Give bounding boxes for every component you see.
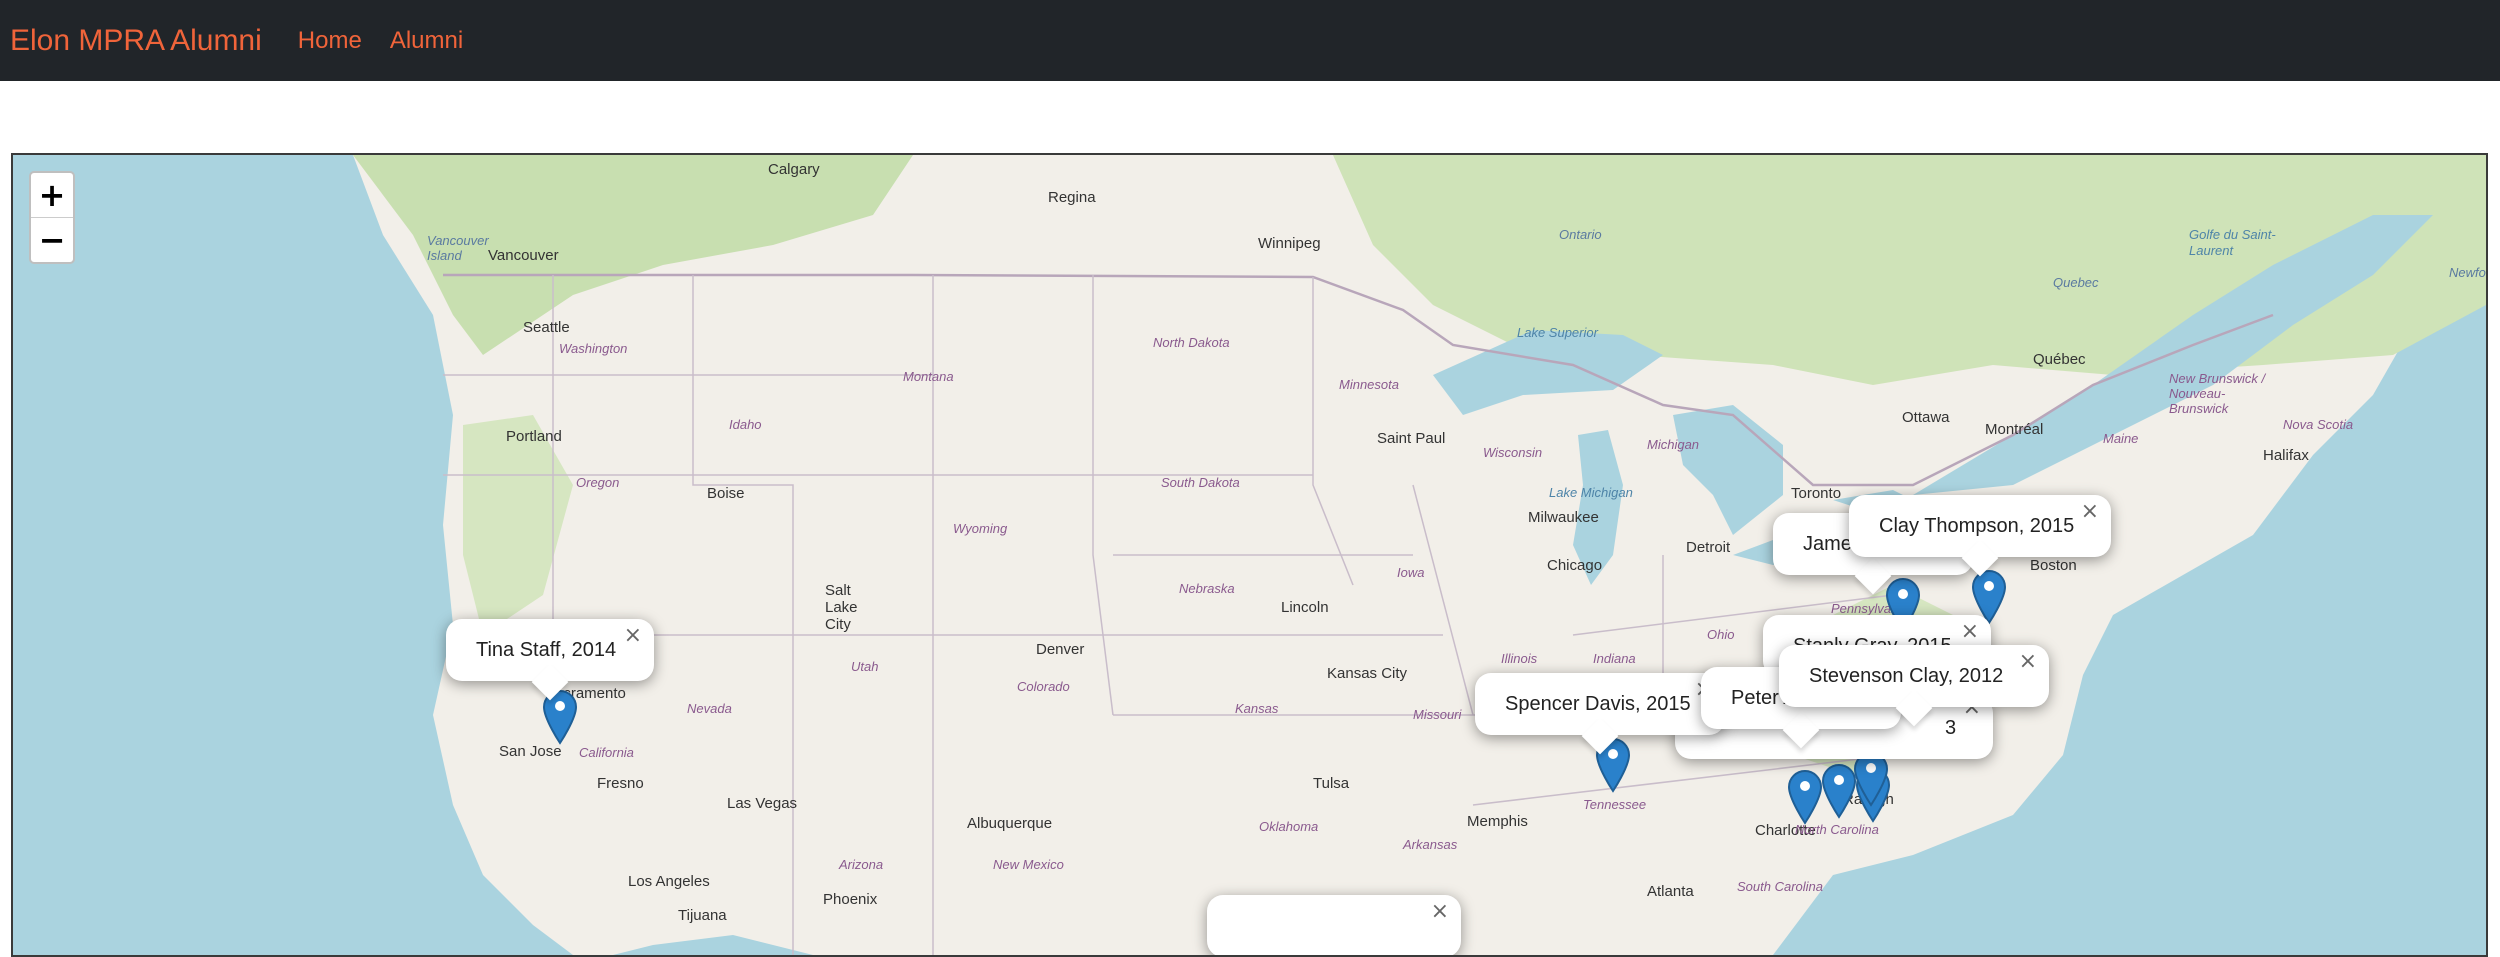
city-label: Québec <box>2033 351 2086 368</box>
region-label: South Carolina <box>1737 879 1823 894</box>
city-label: Toronto <box>1791 485 1842 502</box>
region-label: New Brunswick / Nouveau-Brunswick <box>2169 371 2266 416</box>
alumni-popup[interactable]: Stevenson Clay, 2012 × <box>1779 645 2049 727</box>
zoom-in-button[interactable]: + <box>31 173 73 217</box>
water-label: Golfe du Saint-Laurent <box>2189 227 2276 258</box>
alumni-map[interactable]: + − Calgary Regina Winnipeg Vancouver Se… <box>11 153 2488 957</box>
alumni-popup[interactable]: Clay Thompson, 2015 × <box>1849 495 2111 577</box>
region-label: Illinois <box>1501 651 1538 666</box>
province-label: Newfo <box>2449 265 2486 280</box>
alumni-popup[interactable]: × <box>1207 895 1461 955</box>
region-label: Tennessee <box>1583 797 1647 812</box>
region-label: Arkansas <box>1403 837 1458 852</box>
region-label: North Dakota <box>1153 335 1230 350</box>
popup-text: Jame <box>1803 532 1852 555</box>
city-label: Phoenix <box>823 891 878 908</box>
region-label: Nova Scotia <box>2283 417 2354 432</box>
region-label: Oregon <box>576 475 620 490</box>
popup-text: Spencer Davis, 2015 <box>1505 692 1691 715</box>
region-label: Wyoming <box>953 521 1008 536</box>
city-label: Calgary <box>768 161 820 178</box>
region-label: Maine <box>2103 431 2139 446</box>
region-label: South Dakota <box>1161 475 1240 490</box>
close-icon[interactable]: × <box>1961 619 1979 644</box>
nav-alumni-link[interactable]: Alumni <box>390 27 463 55</box>
city-label: Memphis <box>1467 813 1528 830</box>
zoom-control: + − <box>29 171 75 264</box>
city-label: Ottawa <box>1902 409 1950 426</box>
city-label: Fresno <box>597 775 644 792</box>
city-label: Lincoln <box>1281 599 1329 616</box>
city-label: Albuquerque <box>967 815 1053 832</box>
nav-home-link[interactable]: Home <box>298 27 362 55</box>
region-label: New Mexico <box>993 857 1064 872</box>
city-label: Boston <box>2030 557 2077 574</box>
city-label: Kansas City <box>1327 665 1408 682</box>
popup-text: Tina Staff, 2014 <box>476 638 617 661</box>
close-icon[interactable]: × <box>2019 649 2037 674</box>
popup-text: Clay Thompson, 2015 <box>1879 514 2075 537</box>
zoom-out-button[interactable]: − <box>31 217 73 262</box>
popup-text: Stevenson Clay, 2012 <box>1809 664 2004 687</box>
province-label: Vancouver Island <box>427 233 489 263</box>
region-label: Michigan <box>1647 437 1700 452</box>
province-label: Ontario <box>1559 227 1602 242</box>
city-label: Portland <box>506 428 562 445</box>
city-label: Boise <box>707 485 745 502</box>
city-label: Atlanta <box>1647 883 1694 900</box>
region-label: Arizona <box>839 857 884 872</box>
region-label: Kansas <box>1235 701 1279 716</box>
close-icon[interactable]: × <box>1431 899 1449 924</box>
close-icon[interactable]: × <box>624 623 642 648</box>
region-label: Nevada <box>687 701 732 716</box>
city-label: Regina <box>1048 189 1096 206</box>
city-label: Saint Paul <box>1377 430 1446 447</box>
region-label: Missouri <box>1413 707 1462 722</box>
city-label: Winnipeg <box>1258 235 1321 252</box>
alumni-popup[interactable]: Tina Staff, 2014 × <box>446 619 654 701</box>
city-label: San Jose <box>499 743 562 760</box>
close-icon[interactable]: × <box>2081 499 2099 524</box>
city-label: Tulsa <box>1313 775 1350 792</box>
city-label: Chicago <box>1547 557 1603 574</box>
region-label: Colorado <box>1017 679 1070 694</box>
region-label: Wisconsin <box>1483 445 1543 460</box>
map-base <box>13 155 2486 955</box>
navbar: Elon MPRA Alumni Home Alumni <box>0 0 2500 81</box>
city-label: Tijuana <box>678 907 727 924</box>
city-label: Milwaukee <box>1528 509 1599 526</box>
region-label: Montana <box>903 369 954 384</box>
water-label: Lake Superior <box>1517 325 1598 340</box>
city-label: Denver <box>1036 641 1085 658</box>
region-label: Oklahoma <box>1259 819 1319 834</box>
alumni-popup[interactable]: Spencer Davis, 2015 × <box>1475 673 1725 755</box>
city-label: Halifax <box>2263 447 2309 464</box>
region-label: Iowa <box>1397 565 1425 580</box>
city-label: Las Vegas <box>727 795 798 812</box>
region-label: Minnesota <box>1339 377 1399 392</box>
city-label: Vancouver <box>488 247 559 264</box>
region-label: Nebraska <box>1179 581 1235 596</box>
region-label: Indiana <box>1593 651 1636 666</box>
city-label: Montréal <box>1985 421 2044 438</box>
region-label: Idaho <box>729 417 762 432</box>
city-label: Los Angeles <box>628 873 710 890</box>
brand-link[interactable]: Elon MPRA Alumni <box>10 24 262 58</box>
region-label: California <box>579 745 634 760</box>
region-label: Utah <box>851 659 879 674</box>
city-label: Salt Lake City <box>825 582 858 633</box>
city-label: Detroit <box>1686 539 1731 556</box>
region-label: Washington <box>559 341 628 356</box>
province-label: Quebec <box>2053 275 2099 290</box>
city-label: Seattle <box>523 319 570 336</box>
region-label: Ohio <box>1707 627 1735 642</box>
water-label: Lake Michigan <box>1549 485 1633 500</box>
